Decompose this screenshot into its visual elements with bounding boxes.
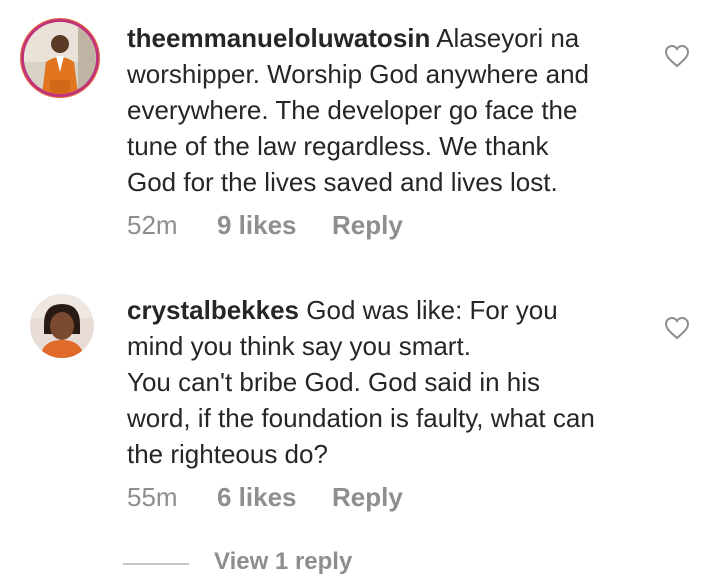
comment-line: theemmanueloluwatosin Alaseyori na [127,20,647,56]
reply-button[interactable]: Reply [332,210,403,241]
comment-line: tune of the law regardless. We thank [127,131,549,161]
comment-line: word, if the foundation is faulty, what … [127,403,595,433]
comment-body: theemmanueloluwatosin Alaseyori na worsh… [127,20,647,200]
avatar-photo-icon [30,294,94,358]
comment-meta: 52m 9 likes Reply [127,210,403,241]
avatar-photo-icon [24,22,96,94]
comment-timestamp: 52m [127,210,178,240]
comment-body: crystalbekkes God was like: For you mind… [127,292,647,472]
comment-line: God for the lives saved and lives lost. [127,167,558,197]
view-replies[interactable]: View 1 reply [123,548,523,578]
reply-button[interactable]: Reply [332,482,403,513]
view-replies-label[interactable]: View 1 reply [214,548,352,576]
likes-count[interactable]: 6 likes [217,482,332,513]
comment-username[interactable]: crystalbekkes [127,295,299,325]
comment-line: worshipper. Worship God anywhere and [127,59,589,89]
replies-divider [123,563,189,565]
comment-line: the righteous do? [127,439,328,469]
comment-line: crystalbekkes God was like: For you [127,292,647,328]
comment-username[interactable]: theemmanueloluwatosin [127,23,430,53]
comment-text-segment: God was like: For you [306,295,558,325]
user-avatar[interactable] [24,22,96,94]
comment-line: You can't bribe God. God said in his [127,367,541,397]
comment-line: mind you think say you smart. [127,331,471,361]
comment-timestamp: 55m [127,482,178,512]
comment-line: everywhere. The developer go face the [127,95,578,125]
heart-outline-icon[interactable] [664,316,690,340]
likes-count[interactable]: 9 likes [217,210,332,241]
heart-outline-icon[interactable] [664,44,690,68]
user-avatar[interactable] [30,294,94,358]
comment-text-segment: Alaseyori na [436,23,580,53]
comment-meta: 55m 6 likes Reply [127,482,403,513]
